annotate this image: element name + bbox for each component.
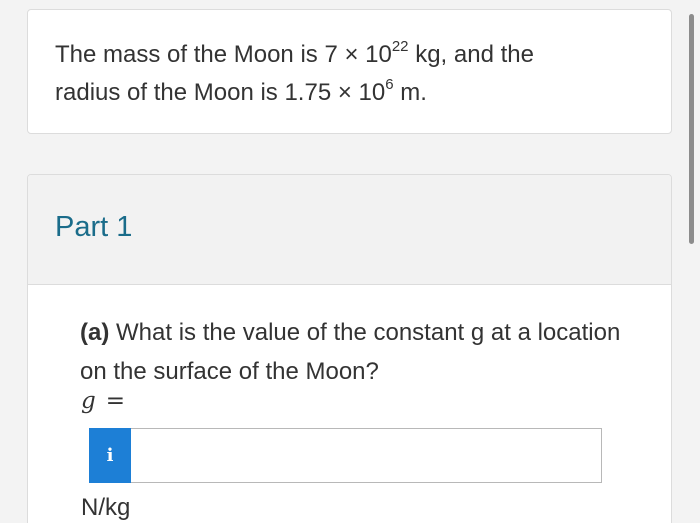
unit-label: N/kg xyxy=(81,494,131,521)
answer-row: i xyxy=(89,428,602,483)
variable-label: g = xyxy=(81,388,125,414)
problem-statement-card: The mass of the Moon is 7 × 1022 kg, and… xyxy=(27,9,672,134)
radius-exponent: 6 xyxy=(385,76,394,93)
question-body: What is the value of the constant g at a… xyxy=(80,319,621,385)
answer-input[interactable] xyxy=(131,428,602,483)
variable-symbol: g xyxy=(81,388,96,414)
problem-line1-prefix: The mass of the Moon is 7 × 10 xyxy=(55,41,392,68)
part-card: Part 1 (a) What is the value of the cons… xyxy=(27,174,672,523)
info-icon[interactable]: i xyxy=(89,428,131,483)
page: The mass of the Moon is 7 × 1022 kg, and… xyxy=(0,0,700,523)
problem-line2-prefix: radius of the Moon is 1.75 × 10 xyxy=(55,79,386,106)
scrollbar[interactable] xyxy=(689,14,694,244)
problem-line2-suffix: m. xyxy=(393,79,427,106)
problem-line1-suffix: kg, and the xyxy=(408,41,534,68)
question-label: (a) xyxy=(80,319,110,346)
part-title: Part 1 xyxy=(55,211,133,243)
question-text: (a) What is the value of the constant g … xyxy=(80,313,640,391)
part-header: Part 1 xyxy=(28,175,671,285)
problem-statement: The mass of the Moon is 7 × 1022 kg, and… xyxy=(55,36,645,112)
equals-sign: = xyxy=(105,388,126,414)
mass-exponent: 22 xyxy=(391,38,409,55)
